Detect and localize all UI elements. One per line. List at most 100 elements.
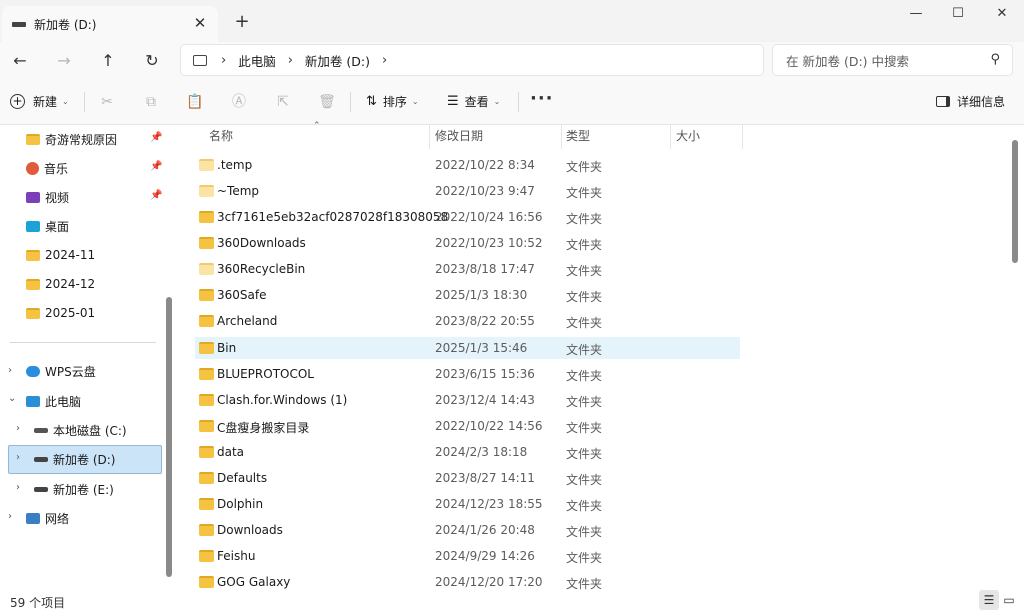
view-button[interactable]: ☰ 查看 ⌄	[447, 93, 500, 110]
breadcrumb-chevron-icon[interactable]: ›	[288, 53, 293, 68]
column-divider[interactable]	[429, 125, 430, 149]
close-window-button[interactable]: ✕	[982, 4, 1022, 24]
close-tab-icon[interactable]: ✕	[192, 15, 208, 31]
folder-icon	[199, 524, 214, 536]
details-pane-button[interactable]: 详细信息	[936, 93, 1005, 110]
address-bar[interactable]: › 此电脑 › 新加卷 (D:) ›	[180, 44, 764, 76]
sidebar-item-label: 网络	[45, 511, 70, 526]
file-row[interactable]: Downloads 2024/1/26 20:48 文件夹	[195, 519, 740, 541]
folder-icon	[199, 263, 214, 275]
folder-icon	[199, 576, 214, 588]
file-name: GOG Galaxy	[217, 575, 291, 589]
file-row[interactable]: 3cf7161e5eb32acf0287028f18308058 2022/10/…	[195, 206, 740, 228]
file-row[interactable]: Archeland 2023/8/22 20:55 文件夹	[195, 310, 740, 332]
up-button[interactable]: ↑	[94, 48, 122, 74]
sidebar-item-network[interactable]: 网络	[26, 505, 69, 531]
sidebar-item-desktop[interactable]: 桌面	[26, 213, 69, 239]
file-date: 2024/12/23 18:55	[435, 497, 543, 511]
breadcrumb-chevron-icon[interactable]: ›	[382, 53, 387, 68]
column-divider[interactable]	[742, 125, 743, 149]
file-row[interactable]: 360Safe 2025/1/3 18:30 文件夹	[195, 284, 740, 306]
expand-chevron-icon[interactable]: ›	[8, 511, 12, 522]
sidebar-item-2024-11[interactable]: 2024-11	[26, 242, 95, 268]
maximize-button[interactable]: ☐	[938, 4, 978, 24]
copy-icon[interactable]: ⧉	[140, 92, 162, 112]
details-label: 详细信息	[957, 95, 1006, 109]
column-divider[interactable]	[561, 125, 562, 149]
tiles-view-icon[interactable]: ▭	[999, 590, 1019, 610]
more-options-button[interactable]: ···	[530, 88, 554, 109]
file-type: 文件夹	[566, 238, 603, 252]
rename-icon[interactable]: Ⓐ	[228, 92, 250, 112]
file-name: data	[217, 445, 245, 459]
search-icon: ⚲	[990, 52, 1000, 67]
sort-icon: ⇅	[366, 94, 377, 109]
sidebar-item-video[interactable]: 视频	[26, 184, 69, 210]
file-row[interactable]: 360RecycleBin 2023/8/18 17:47 文件夹	[195, 258, 740, 280]
file-row[interactable]: Dolphin 2024/12/23 18:55 文件夹	[195, 493, 740, 515]
cut-icon[interactable]: ✂	[96, 92, 118, 112]
expand-chevron-icon[interactable]: ›	[16, 452, 20, 463]
file-date: 2023/8/18 17:47	[435, 262, 535, 276]
breadcrumb-drive-d[interactable]: 新加卷 (D:)	[305, 51, 370, 70]
search-input[interactable]: 在 新加卷 (D:) 中搜索 ⚲	[772, 44, 1013, 76]
breadcrumb-chevron-icon[interactable]: ›	[221, 53, 226, 68]
minimize-button[interactable]: —	[896, 4, 936, 24]
share-icon[interactable]: ⇱	[272, 92, 294, 112]
file-date: 2022/10/24 16:56	[435, 210, 543, 224]
expand-chevron-icon[interactable]: ⌄	[8, 393, 16, 404]
file-row[interactable]: data 2024/2/3 18:18 文件夹	[195, 441, 740, 463]
new-tab-button[interactable]: +	[232, 12, 252, 32]
sidebar-item-2024-12[interactable]: 2024-12	[26, 271, 95, 297]
file-row[interactable]: .temp 2022/10/22 8:34 文件夹	[195, 154, 740, 176]
paste-icon[interactable]: 📋	[184, 92, 206, 112]
file-date: 2025/1/3 18:30	[435, 288, 528, 302]
file-row[interactable]: Defaults 2023/8/27 14:11 文件夹	[195, 467, 740, 489]
file-type: 文件夹	[566, 395, 603, 409]
column-header-size[interactable]: 大小	[676, 125, 700, 149]
expand-chevron-icon[interactable]: ›	[16, 482, 20, 493]
file-row[interactable]: C盘瘦身搬家目录 2022/10/22 14:56 文件夹	[195, 415, 740, 437]
chevron-down-icon: ⌄	[493, 97, 501, 106]
sort-button[interactable]: ⇅ 排序 ⌄	[366, 93, 419, 110]
file-type: 文件夹	[566, 525, 603, 539]
file-date: 2022/10/22 8:34	[435, 158, 535, 172]
file-row-hovered[interactable]: Bin 2025/1/3 15:46 文件夹	[195, 337, 740, 359]
column-divider[interactable]	[670, 125, 671, 149]
chevron-down-icon: ⌄	[62, 97, 69, 106]
file-list-scrollbar[interactable]	[1012, 140, 1018, 263]
file-row[interactable]: BLUEPROTOCOL 2023/6/15 15:36 文件夹	[195, 363, 740, 385]
sidebar-item-2025-01[interactable]: 2025-01	[26, 300, 95, 326]
sidebar-item-wps-cloud[interactable]: WPS云盘	[26, 358, 96, 384]
video-icon	[26, 191, 40, 203]
breadcrumb-this-pc[interactable]: 此电脑	[238, 51, 276, 70]
sidebar-item-drive-c[interactable]: 本地磁盘 (C:)	[34, 417, 127, 443]
details-view-icon[interactable]: ☰	[979, 590, 999, 610]
file-row[interactable]: Clash.for.Windows (1) 2023/12/4 14:43 文件夹	[195, 389, 740, 411]
sidebar-item-label: 桌面	[45, 219, 70, 234]
details-pane-icon	[936, 96, 950, 107]
sidebar-item-music[interactable]: 音乐	[26, 155, 68, 181]
file-row[interactable]: Feishu 2024/9/29 14:26 文件夹	[195, 545, 740, 567]
back-button[interactable]: ←	[6, 48, 34, 74]
sidebar-item-this-pc[interactable]: 此电脑	[26, 388, 81, 414]
sidebar-item-drive-d[interactable]: 新加卷 (D:)	[34, 446, 115, 472]
column-header-modified[interactable]: 修改日期	[435, 125, 483, 149]
sidebar-item-drive-e[interactable]: 新加卷 (E:)	[34, 476, 114, 502]
expand-chevron-icon[interactable]: ›	[16, 423, 20, 434]
status-bar: 59 个项目 ☰ ▭	[0, 590, 1024, 613]
new-button[interactable]: + 新建 ⌄	[10, 93, 69, 110]
file-row[interactable]: ~Temp 2022/10/23 9:47 文件夹	[195, 180, 740, 202]
column-header-name[interactable]: 名称	[209, 125, 233, 149]
delete-icon[interactable]: 🗑	[316, 92, 338, 112]
file-date: 2024/2/3 18:18	[435, 445, 528, 459]
sidebar-item-qiyou[interactable]: 奇游常规原因	[26, 126, 117, 152]
sidebar-scrollbar[interactable]	[166, 297, 172, 577]
tab-drive-d[interactable]: 新加卷 (D:) ✕	[2, 6, 218, 42]
forward-button[interactable]: →	[50, 48, 78, 74]
music-icon	[26, 161, 39, 175]
refresh-button[interactable]: ↻	[138, 48, 166, 74]
file-row[interactable]: 360Downloads 2022/10/23 10:52 文件夹	[195, 232, 740, 254]
expand-chevron-icon[interactable]: ›	[8, 365, 12, 376]
column-header-type[interactable]: 类型	[566, 125, 590, 149]
